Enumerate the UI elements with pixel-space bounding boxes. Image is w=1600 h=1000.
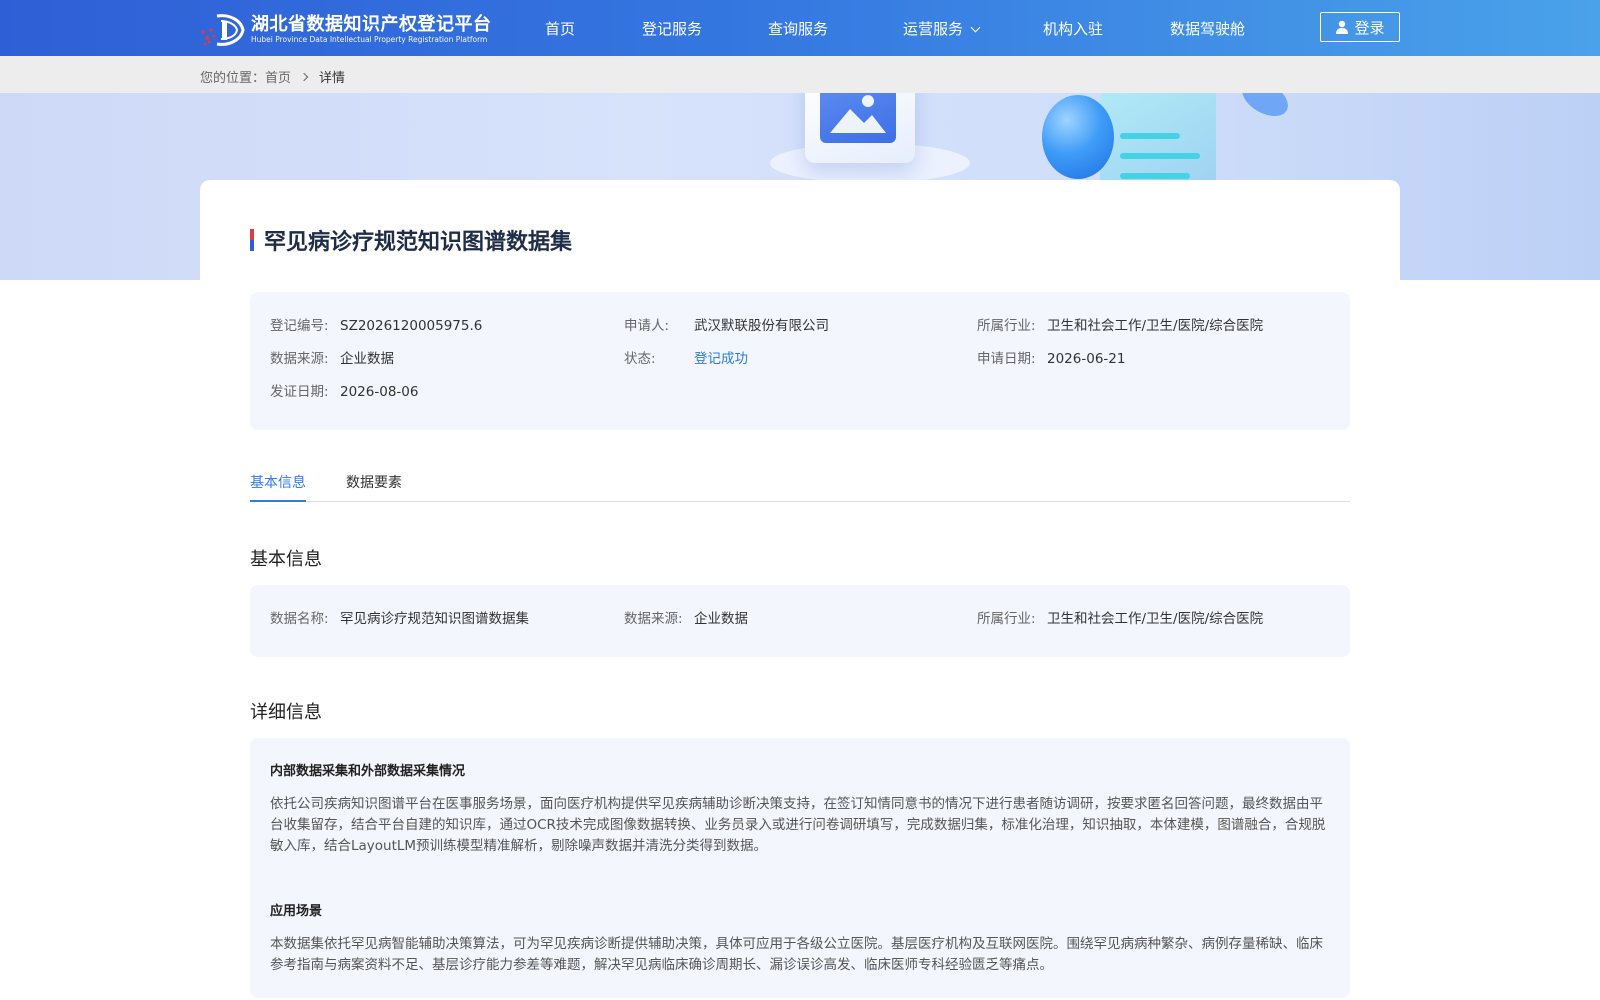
detail-card: 罕见病诊疗规范知识图谱数据集 登记编号: SZ2026120005975.6 申请…	[200, 180, 1400, 1000]
status-label: 状态:	[624, 351, 656, 367]
basic-industry-value: 卫生和社会工作/卫生/医院/综合医院	[1047, 611, 1264, 627]
banner-line-shape	[1120, 133, 1180, 139]
basic-source: 数据来源: 企业数据	[624, 607, 748, 627]
banner-blob-shape	[1235, 93, 1295, 124]
summary-box: 登记编号: SZ2026120005975.6 申请人: 武汉默联股份有限公司 所属…	[250, 292, 1350, 430]
breadcrumb-bar: 您的位置： 首页 详情	[0, 56, 1600, 93]
scene-heading: 应用场景	[270, 904, 323, 919]
basic-name: 数据名称: 罕见病诊疗规范知识图谱数据集	[270, 607, 529, 627]
logo-emblem-icon	[199, 12, 247, 48]
apply-date-label: 申请日期:	[977, 351, 1036, 367]
industry-value: 卫生和社会工作/卫生/医院/综合医院	[1047, 318, 1264, 334]
breadcrumb-prefix: 您的位置：	[200, 71, 266, 86]
source-value: 企业数据	[340, 351, 394, 367]
logo-title: 湖北省数据知识产权登记平台	[251, 14, 492, 35]
nav-operation-label: 运营服务	[903, 20, 964, 38]
banner-line-shape	[1120, 153, 1200, 159]
basic-info-box: 数据名称: 罕见病诊疗规范知识图谱数据集 数据来源: 企业数据 所属行业: 卫生和社会…	[250, 585, 1350, 657]
page-title: 罕见病诊疗规范知识图谱数据集	[264, 230, 573, 255]
applicant-label: 申请人:	[624, 318, 670, 334]
apply-date-value: 2026-06-21	[1047, 351, 1126, 367]
collect-text: 依托公司疾病知识图谱平台在医事服务场景，面向医疗机构提供罕见疾病辅助诊断决策支持…	[270, 796, 1326, 854]
top-header: 湖北省数据知识产权登记平台 Hubei Province Data Intell…	[0, 0, 1600, 56]
login-label: 登录	[1354, 18, 1385, 37]
basic-industry-label: 所属行业:	[977, 611, 1036, 627]
user-icon	[1336, 20, 1349, 34]
summary-applicant: 申请人: 武汉默联股份有限公司	[624, 314, 829, 334]
banner-line-shape	[1120, 173, 1190, 179]
breadcrumb-current: 详情	[319, 71, 346, 86]
chevron-down-icon	[970, 22, 981, 33]
nav-institution[interactable]: 机构入驻	[1043, 18, 1103, 39]
collect-heading: 内部数据采集和外部数据采集情况	[270, 764, 466, 779]
detail-info-box: 内部数据采集和外部数据采集情况 依托公司疾病知识图谱平台在医事服务场景，面向医疗…	[250, 738, 1350, 998]
summary-source: 数据来源: 企业数据	[270, 347, 394, 367]
chevron-right-icon	[299, 72, 309, 81]
logo-subtitle: Hubei Province Data Intellectual Propert…	[251, 35, 488, 44]
source-label: 数据来源:	[270, 351, 329, 367]
issue-date-label: 发证日期:	[270, 384, 329, 400]
banner-sphere-shape	[1042, 95, 1114, 179]
basic-info-heading: 基本信息	[250, 549, 322, 570]
platform-logo[interactable]: 湖北省数据知识产权登记平台 Hubei Province Data Intell…	[199, 12, 492, 48]
issue-date-value: 2026-08-06	[340, 384, 419, 400]
basic-industry: 所属行业: 卫生和社会工作/卫生/医院/综合医院	[977, 607, 1263, 627]
nav-query[interactable]: 查询服务	[768, 18, 828, 39]
title-row: 罕见病诊疗规范知识图谱数据集	[250, 224, 572, 256]
tab-data-elements[interactable]: 数据要素	[346, 472, 402, 502]
industry-label: 所属行业:	[977, 318, 1036, 334]
reg-no-label: 登记编号:	[270, 318, 329, 334]
data-name-label: 数据名称:	[270, 611, 329, 627]
scene-text: 本数据集依托罕见病智能辅助决策算法，可为罕见疾病诊断提供辅助决策，具体可应用于各…	[270, 936, 1323, 973]
basic-source-label: 数据来源:	[624, 611, 683, 627]
summary-issue-date: 发证日期: 2026-08-06	[270, 380, 418, 400]
reg-no-value: SZ2026120005975.6	[340, 318, 483, 334]
basic-source-value: 企业数据	[694, 611, 748, 627]
breadcrumb-home[interactable]: 首页	[265, 67, 291, 86]
nav-registration[interactable]: 登记服务	[642, 18, 702, 39]
data-name-value: 罕见病诊疗规范知识图谱数据集	[340, 611, 529, 627]
login-button[interactable]: 登录	[1320, 12, 1400, 42]
banner-image-icon	[820, 93, 896, 143]
summary-apply-date: 申请日期: 2026-06-21	[977, 347, 1125, 367]
logo-text: 湖北省数据知识产权登记平台 Hubei Province Data Intell…	[251, 15, 492, 45]
summary-reg-no: 登记编号: SZ2026120005975.6	[270, 314, 482, 334]
breadcrumb: 您的位置： 首页 详情	[200, 67, 345, 86]
detail-info-heading: 详细信息	[250, 702, 322, 723]
title-accent-icon	[250, 229, 254, 251]
nav-home[interactable]: 首页	[545, 18, 575, 39]
tab-basic-info[interactable]: 基本信息	[250, 472, 306, 502]
status-badge: 登记成功	[694, 351, 748, 367]
detail-tabs: 基本信息 数据要素	[250, 472, 1350, 502]
nav-dashboard[interactable]: 数据驾驶舱	[1170, 18, 1245, 39]
nav-operation[interactable]: 运营服务	[903, 18, 981, 39]
applicant-value: 武汉默联股份有限公司	[694, 318, 829, 334]
summary-status: 状态: 登记成功	[624, 347, 748, 367]
summary-industry: 所属行业: 卫生和社会工作/卫生/医院/综合医院	[977, 314, 1263, 334]
